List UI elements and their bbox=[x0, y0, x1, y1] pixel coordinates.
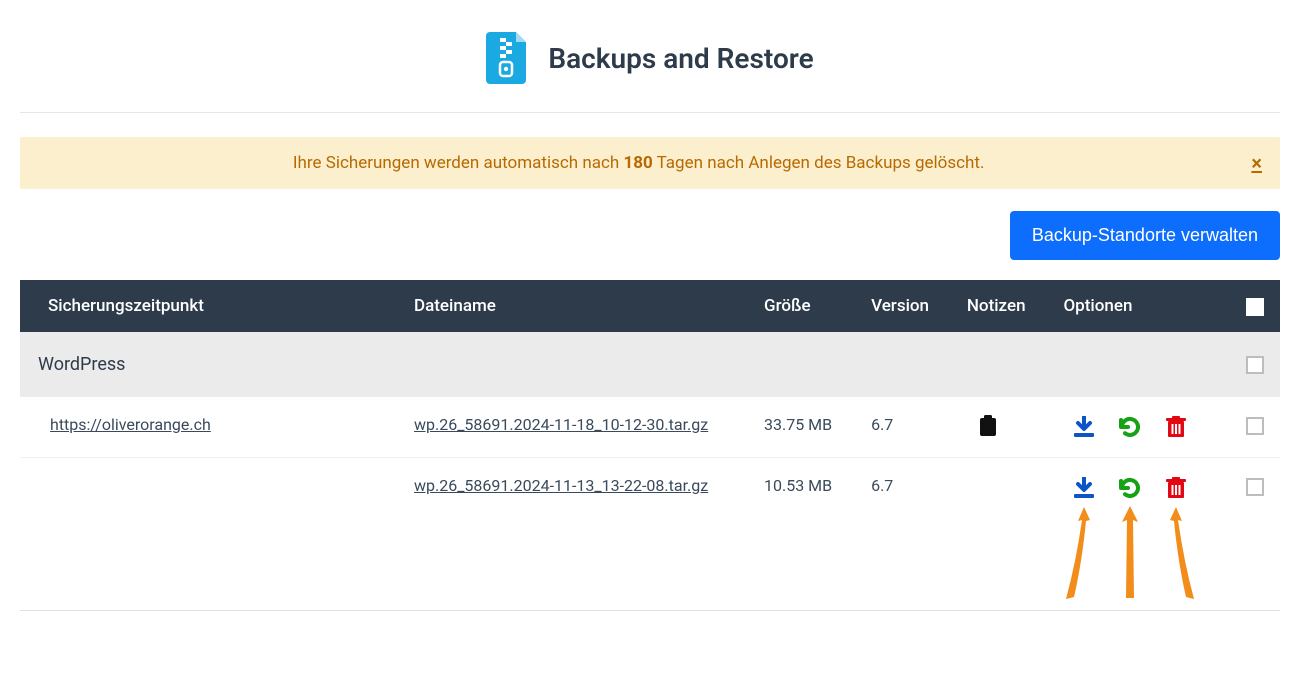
col-size: Größe bbox=[750, 280, 857, 332]
col-options: Optionen bbox=[1049, 280, 1230, 332]
size-cell: 33.75 MB bbox=[750, 397, 857, 458]
table-row: https://oliverorange.ch wp.26_58691.2024… bbox=[20, 397, 1280, 458]
manage-backup-locations-button[interactable]: Backup-Standorte verwalten bbox=[1010, 211, 1280, 260]
version-cell: 6.7 bbox=[857, 397, 953, 458]
restore-icon[interactable] bbox=[1113, 476, 1147, 500]
alert-post: Tagen nach Anlegen des Backups gelöscht. bbox=[653, 153, 985, 173]
group-row: WordPress bbox=[20, 332, 1280, 397]
clipboard-icon[interactable] bbox=[971, 415, 1005, 437]
options-cell bbox=[1049, 397, 1230, 458]
archive-zip-icon bbox=[486, 32, 530, 84]
alert-text: Ihre Sicherungen werden automatisch nach… bbox=[38, 153, 1239, 173]
page-header: Backups and Restore bbox=[20, 20, 1280, 112]
col-version: Version bbox=[857, 280, 953, 332]
table-row: wp.26_58691.2024-11-13_13-22-08.tar.gz 1… bbox=[20, 458, 1280, 611]
annotation-arrow-icon bbox=[1064, 507, 1104, 602]
backups-table: Sicherungszeitpunkt Dateiname Größe Vers… bbox=[20, 280, 1280, 611]
notes-cell bbox=[953, 458, 1050, 611]
annotation-arrow-icon bbox=[1115, 506, 1145, 601]
col-filename: Dateiname bbox=[400, 280, 750, 332]
file-link[interactable]: wp.26_58691.2024-11-13_13-22-08.tar.gz bbox=[414, 476, 708, 495]
options-cell bbox=[1049, 458, 1230, 611]
group-checkbox[interactable] bbox=[1246, 356, 1264, 374]
select-all-checkbox[interactable] bbox=[1246, 298, 1264, 316]
download-icon[interactable] bbox=[1067, 477, 1101, 499]
divider bbox=[20, 112, 1280, 113]
alert-days: 180 bbox=[623, 153, 652, 173]
col-select-all bbox=[1230, 280, 1280, 332]
restore-icon[interactable] bbox=[1113, 415, 1147, 439]
file-link[interactable]: wp.26_58691.2024-11-18_10-12-30.tar.gz bbox=[414, 415, 708, 434]
row-checkbox[interactable] bbox=[1246, 417, 1264, 435]
info-alert: Ihre Sicherungen werden automatisch nach… bbox=[20, 137, 1280, 189]
delete-icon[interactable] bbox=[1159, 477, 1193, 499]
group-label: WordPress bbox=[20, 332, 1230, 397]
download-icon[interactable] bbox=[1067, 416, 1101, 438]
size-cell: 10.53 MB bbox=[750, 458, 857, 611]
alert-pre: Ihre Sicherungen werden automatisch nach bbox=[293, 153, 624, 173]
close-icon[interactable]: × bbox=[1251, 151, 1262, 175]
notes-cell bbox=[953, 397, 1050, 458]
col-time: Sicherungszeitpunkt bbox=[20, 280, 400, 332]
col-notes: Notizen bbox=[953, 280, 1050, 332]
version-cell: 6.7 bbox=[857, 458, 953, 611]
site-link[interactable]: https://oliverorange.ch bbox=[50, 415, 211, 434]
row-checkbox[interactable] bbox=[1246, 478, 1264, 496]
delete-icon[interactable] bbox=[1159, 416, 1193, 438]
page-title: Backups and Restore bbox=[548, 42, 813, 75]
annotation-arrow-icon bbox=[1156, 507, 1196, 602]
